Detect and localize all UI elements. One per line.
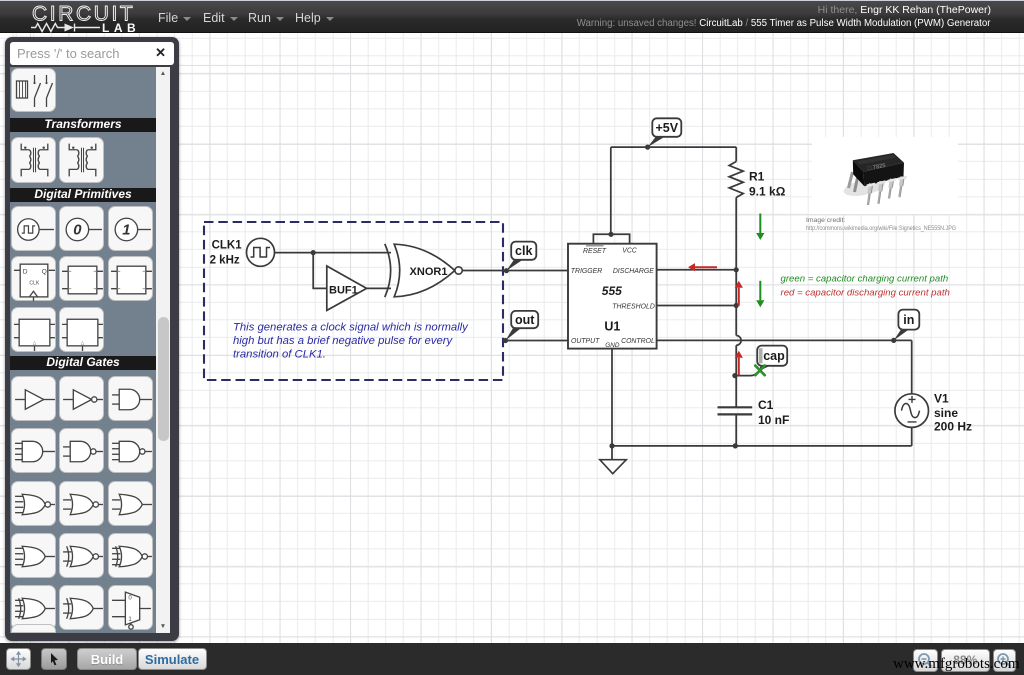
svg-text:LAB: LAB [102,21,140,34]
svg-text:0: 0 [73,222,82,238]
svg-text:200 Hz: 200 Hz [934,420,972,434]
svg-text:D: D [22,268,27,275]
svg-text:9.1 kΩ: 9.1 kΩ [749,185,786,199]
svg-text:BUF1: BUF1 [329,284,358,296]
svg-text:GND: GND [605,342,620,349]
svg-text:Image credit:: Image credit: [806,217,845,224]
svg-text:△: △ [32,339,36,344]
svg-text:10 nF: 10 nF [758,413,789,427]
svg-text:C1: C1 [758,398,774,412]
svg-text:CLK1: CLK1 [212,240,243,252]
svg-text:CLK: CLK [29,281,40,287]
svg-text:0: 0 [128,594,132,601]
svg-text:Q: Q [41,268,46,275]
svg-text:R1: R1 [749,170,765,184]
svg-text:1: 1 [122,222,130,238]
svg-text:V1: V1 [934,392,949,406]
svg-text:green = capacitor charging cur: green = capacitor charging current path [781,274,949,285]
svg-text:TRIGGER: TRIGGER [571,268,602,275]
svg-text:△: △ [81,339,85,344]
svg-text:+5V: +5V [656,121,679,135]
svg-text:XNOR1: XNOR1 [410,266,448,278]
svg-text:clk: clk [515,244,532,258]
svg-text:DISCHARGE: DISCHARGE [613,268,654,275]
svg-text:red = capacitor discharging cu: red = capacitor discharging current path [781,288,950,299]
svg-text:THRESHOLD: THRESHOLD [612,304,655,311]
svg-text:cap: cap [763,349,785,363]
svg-text:high but has a brief negative: high but has a brief negative pulse for … [233,335,454,347]
svg-text:VCC: VCC [622,248,638,255]
svg-text:transition of CLK1.: transition of CLK1. [233,349,326,361]
svg-text:http://commons.wikimedia.org/w: http://commons.wikimedia.org/wiki/File:S… [806,225,956,232]
svg-text:in: in [903,313,914,327]
svg-text:sine: sine [934,406,958,420]
svg-text:CONTROL: CONTROL [621,338,655,345]
svg-text:2 kHz: 2 kHz [210,255,240,267]
svg-text:U1: U1 [604,319,620,333]
svg-text:OUTPUT: OUTPUT [571,338,600,345]
svg-text:This generates a clock signal: This generates a clock signal which is n… [233,322,469,334]
svg-text:555: 555 [602,284,622,298]
svg-text:1: 1 [128,616,132,623]
svg-text:out: out [515,313,535,327]
svg-text:RESET: RESET [583,248,607,255]
